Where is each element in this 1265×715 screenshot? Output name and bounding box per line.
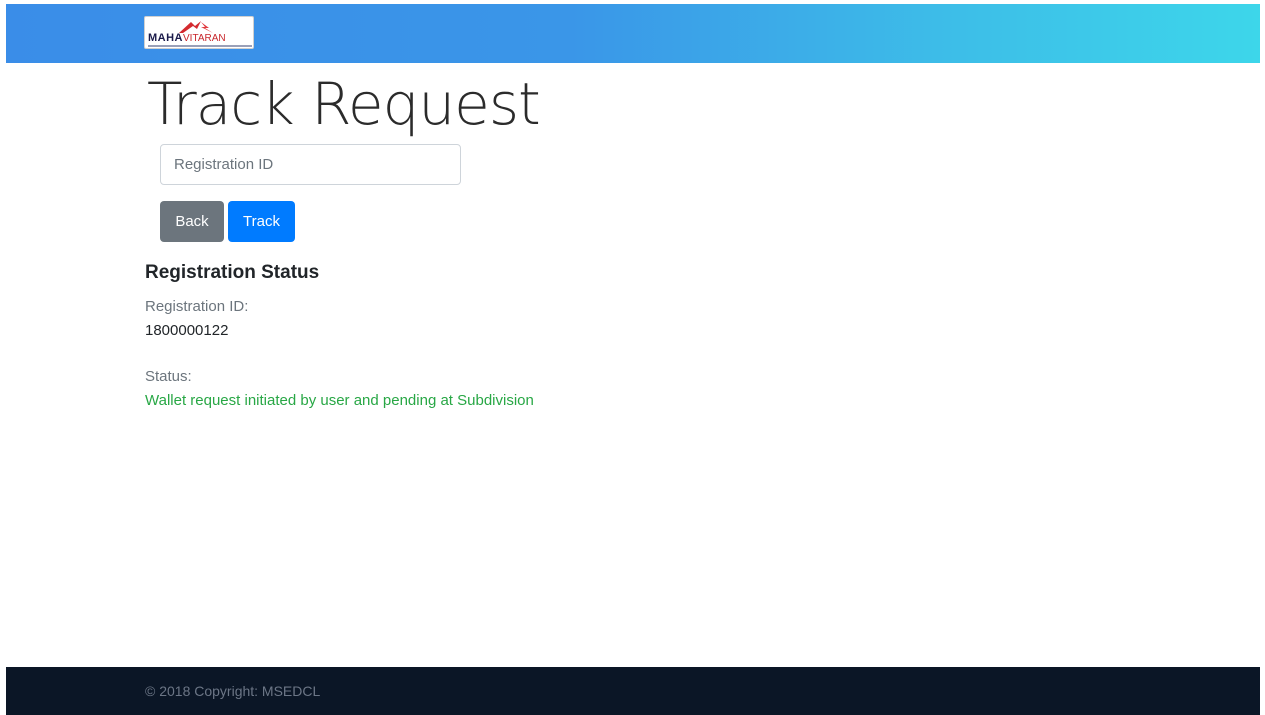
footer: © 2018 Copyright: MSEDCL (6, 667, 1260, 715)
registration-id-value: 1800000122 (145, 322, 229, 339)
logo-tagline-strip (148, 45, 252, 47)
status-value: Wallet request initiated by user and pen… (145, 392, 534, 409)
track-button[interactable]: Track (228, 201, 295, 242)
registration-id-input[interactable] (160, 144, 461, 185)
copyright-text: © 2018 Copyright: MSEDCL (145, 683, 321, 699)
registration-status-heading: Registration Status (145, 262, 320, 283)
back-button[interactable]: Back (160, 201, 224, 242)
registration-id-label: Registration ID: (145, 298, 249, 315)
top-navbar: MAHAVITARAN (6, 4, 1260, 63)
mahavitaran-logo[interactable]: MAHAVITARAN (144, 16, 254, 49)
page-title: Track Request (147, 70, 541, 138)
status-label: Status: (145, 368, 192, 385)
logo-wordmark: MAHAVITARAN (148, 32, 226, 45)
page: MAHAVITARAN Track Request Back Track Reg… (6, 4, 1260, 715)
